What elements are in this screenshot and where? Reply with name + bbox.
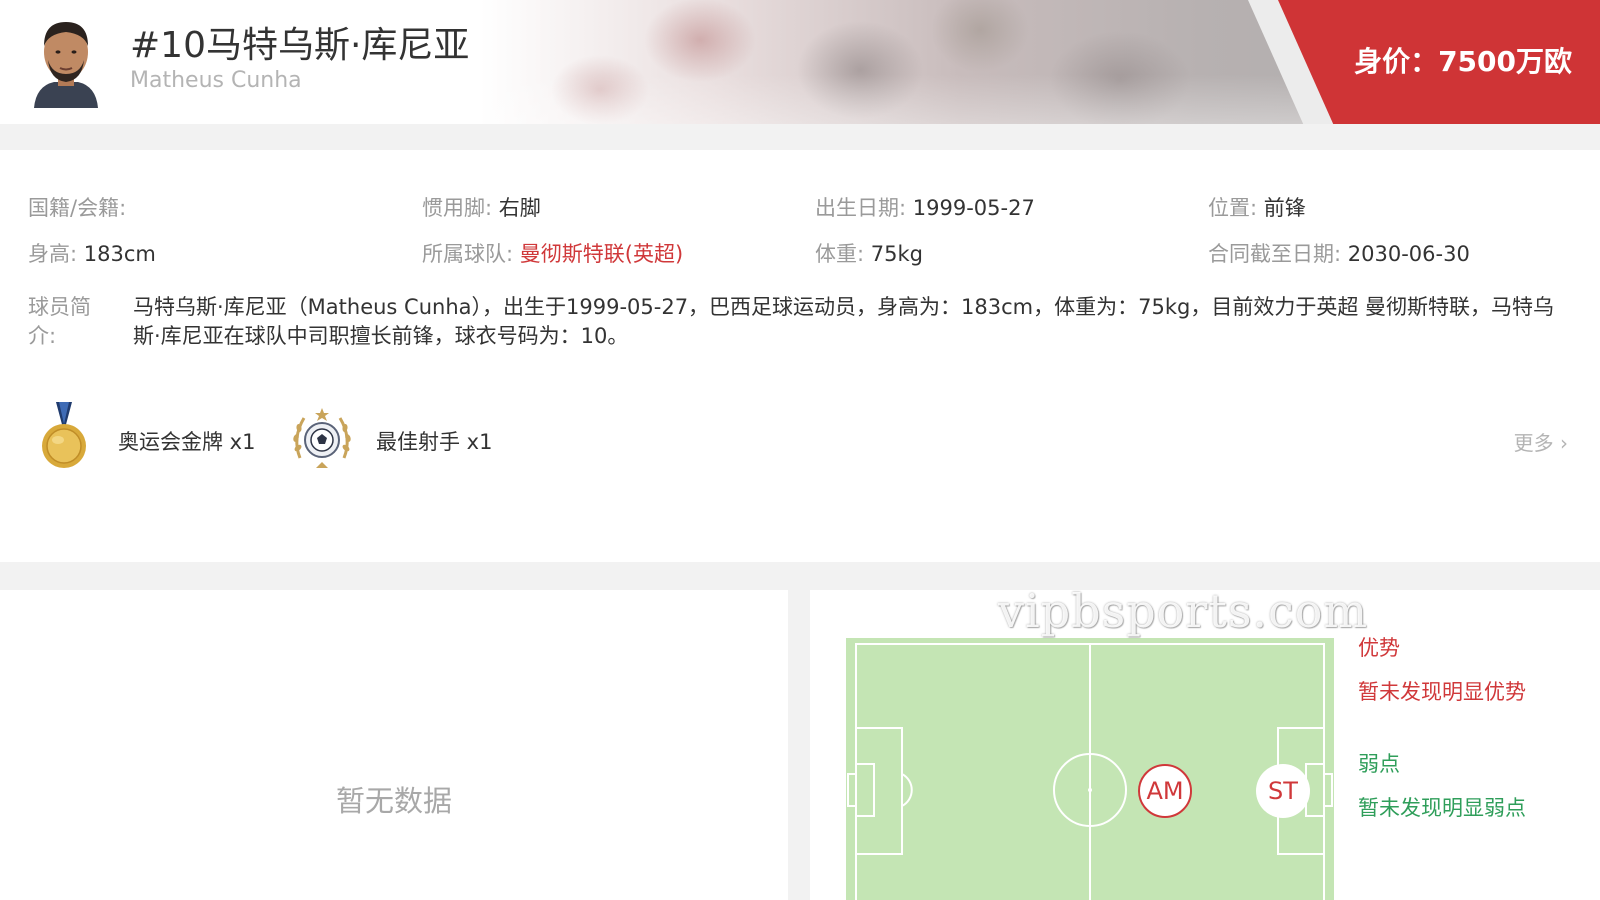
nationality-field: 国籍/会籍: <box>28 192 126 222</box>
height-label: 身高: <box>28 242 78 266</box>
player-info-card: 国籍/会籍: 惯用脚: 右脚 出生日期: 1999-05-27 位置: 前锋 身… <box>0 150 1600 562</box>
empty-state-text: 暂无数据 <box>335 784 452 818</box>
birth-date-value: 1999-05-27 <box>912 196 1035 220</box>
more-honors-link[interactable]: 更多 › <box>1514 427 1568 456</box>
bio-text: 马特乌斯·库尼亚（Matheus Cunha），出生于1999-05-27，巴西… <box>133 295 1555 348</box>
top-scorer-icon <box>293 408 351 468</box>
position-badge-am: AM <box>1138 764 1192 818</box>
more-label: 更多 <box>1513 431 1554 455</box>
weight-field: 体重: 75kg <box>815 238 923 268</box>
preferred-foot-label: 惯用脚: <box>422 196 493 220</box>
position-panel: AM ST vipbsports.com 优势 暂未发现明显优势 弱点 暂未发现… <box>810 590 1600 900</box>
nationality-label: 国籍/会籍: <box>28 196 127 220</box>
strengths-text: 暂未发现明显优势 <box>1358 680 1526 704</box>
weaknesses-title: 弱点 <box>1358 752 1400 776</box>
gold-medal-icon <box>42 402 86 468</box>
weight-label: 体重: <box>815 242 865 266</box>
position-field: 位置: 前锋 <box>1208 192 1306 222</box>
position-badge-st: ST <box>1256 764 1310 818</box>
contract-value: 2030-06-30 <box>1347 242 1470 266</box>
birth-date-label: 出生日期: <box>815 196 907 220</box>
bio-label: 球员简介: <box>28 295 91 348</box>
team-field: 所属球队: 曼彻斯特联(英超) <box>422 238 683 268</box>
team-link[interactable]: 曼彻斯特联(英超) <box>520 242 683 266</box>
player-title: #10马特乌斯·库尼亚 <box>130 25 470 66</box>
position-label: 位置: <box>1208 196 1258 220</box>
strengths-title: 优势 <box>1358 636 1400 660</box>
preferred-foot-value: 右脚 <box>498 196 541 220</box>
position-value: 前锋 <box>1263 196 1306 220</box>
height-field: 身高: 183cm <box>28 238 156 268</box>
market-value: 身价：7500万欧 <box>1354 45 1572 78</box>
weight-value: 75kg <box>870 242 923 266</box>
contract-field: 合同截至日期: 2030-06-30 <box>1208 238 1470 268</box>
honor-label: 最佳射手 x1 <box>376 430 493 454</box>
honor-label: 奥运会金牌 x1 <box>118 430 256 454</box>
weaknesses-text: 暂未发现明显弱点 <box>1358 796 1526 820</box>
team-label: 所属球队: <box>422 242 514 266</box>
birth-date-field: 出生日期: 1999-05-27 <box>815 192 1035 222</box>
contract-label: 合同截至日期: <box>1208 242 1342 266</box>
chevron-right-icon: › <box>1560 431 1568 455</box>
player-header: 身价：7500万欧 #10马特乌斯·库尼亚 Matheus Cunha <box>0 0 1600 124</box>
site-watermark: vipbsports.com <box>998 590 1369 638</box>
stats-panel: 暂无数据 <box>0 590 788 900</box>
player-avatar-icon <box>34 22 98 108</box>
football-pitch <box>846 638 1334 900</box>
preferred-foot-field: 惯用脚: 右脚 <box>422 192 541 222</box>
height-value: 183cm <box>83 242 156 266</box>
player-english-name: Matheus Cunha <box>130 68 302 93</box>
